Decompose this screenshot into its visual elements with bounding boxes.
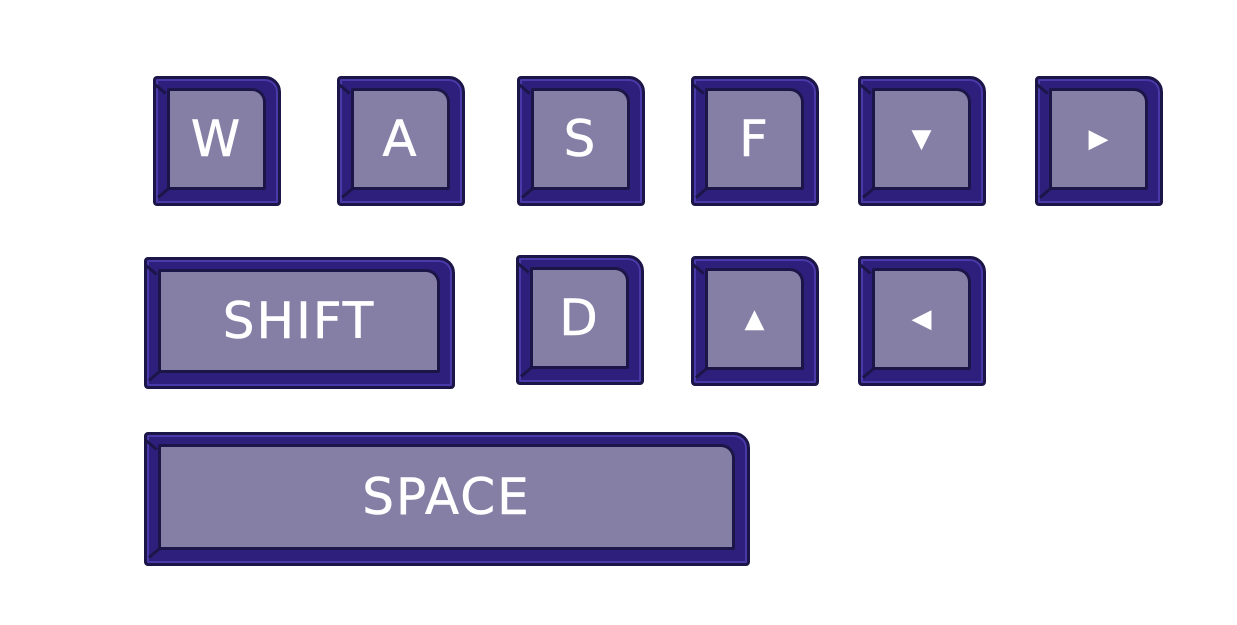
key-arrow-right-cap: ▶ (1049, 88, 1148, 190)
key-arrow-up-cap: ▲ (705, 268, 804, 370)
key-s[interactable]: S (517, 76, 645, 206)
key-space[interactable]: SPACE (144, 432, 750, 566)
key-a-label: A (382, 110, 419, 168)
arrow-left-icon: ◀ (911, 304, 932, 334)
key-arrow-left[interactable]: ◀ (858, 256, 986, 386)
key-f-label: F (739, 110, 770, 168)
key-shift[interactable]: SHIFT (144, 257, 455, 389)
key-arrow-down-cap: ▼ (872, 88, 971, 190)
key-shift-cap: SHIFT (158, 269, 440, 373)
key-a[interactable]: A (337, 76, 465, 206)
arrow-up-icon: ▲ (744, 304, 765, 334)
key-space-cap: SPACE (158, 444, 735, 550)
key-w-cap: W (167, 88, 266, 190)
arrow-right-icon: ▶ (1088, 124, 1109, 154)
key-w[interactable]: W (153, 76, 281, 206)
key-s-cap: S (531, 88, 630, 190)
arrow-down-icon: ▼ (911, 124, 932, 154)
keyboard-keys-canvas: { "keys": { "w": "W", "a": "A", "s": "S"… (0, 0, 1237, 625)
key-w-label: W (190, 110, 243, 168)
key-a-cap: A (351, 88, 450, 190)
key-f-cap: F (705, 88, 804, 190)
key-s-label: S (563, 110, 598, 168)
key-f[interactable]: F (691, 76, 819, 206)
key-d-cap: D (530, 267, 629, 369)
key-space-label: SPACE (362, 468, 531, 526)
key-d-label: D (559, 289, 600, 347)
key-d[interactable]: D (516, 255, 644, 385)
key-arrow-left-cap: ◀ (872, 268, 971, 370)
key-arrow-right[interactable]: ▶ (1035, 76, 1163, 206)
key-shift-label: SHIFT (222, 292, 376, 350)
key-arrow-down[interactable]: ▼ (858, 76, 986, 206)
key-arrow-up[interactable]: ▲ (691, 256, 819, 386)
